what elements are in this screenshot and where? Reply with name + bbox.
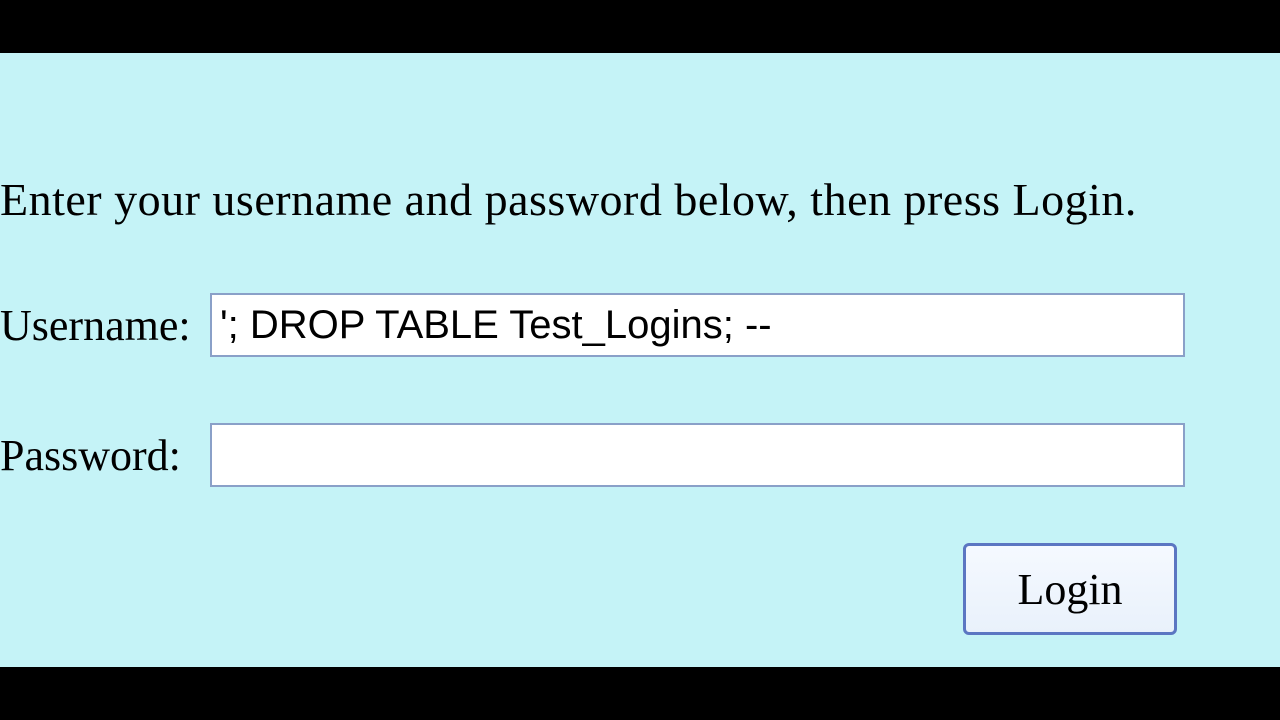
username-input[interactable] (210, 293, 1185, 357)
password-row: Password: (0, 423, 1185, 487)
login-button[interactable]: Login (963, 543, 1177, 635)
password-label: Password: (0, 430, 210, 481)
username-label: Username: (0, 300, 210, 351)
login-panel: Enter your username and password below, … (0, 53, 1280, 667)
username-row: Username: (0, 293, 1185, 357)
password-input[interactable] (210, 423, 1185, 487)
instruction-text: Enter your username and password below, … (0, 173, 1137, 226)
